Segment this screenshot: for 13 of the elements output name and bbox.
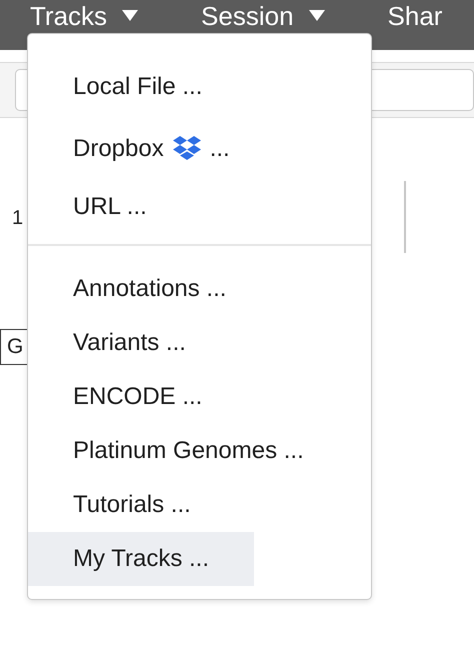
nav-menu[interactable]: Session bbox=[201, 0, 326, 31]
menu-item[interactable]: Tutorials ... bbox=[28, 478, 236, 532]
nav-menu[interactable]: Tracks bbox=[30, 0, 140, 31]
menu-item[interactable]: Annotations ... bbox=[28, 262, 272, 316]
open-box-icon bbox=[172, 135, 202, 163]
menu-item[interactable]: Dropbox ... bbox=[28, 118, 275, 180]
menu-item[interactable]: URL ... bbox=[28, 180, 192, 234]
nav-menu[interactable]: Shar bbox=[388, 0, 442, 31]
menu-item[interactable]: Platinum Genomes ... bbox=[28, 424, 349, 478]
menu-item[interactable]: My Tracks ... bbox=[28, 532, 254, 586]
number-text: 1 bbox=[12, 207, 24, 230]
menu-item[interactable]: Local File ... bbox=[28, 56, 248, 118]
menu-item[interactable]: ENCODE ... bbox=[28, 370, 248, 424]
